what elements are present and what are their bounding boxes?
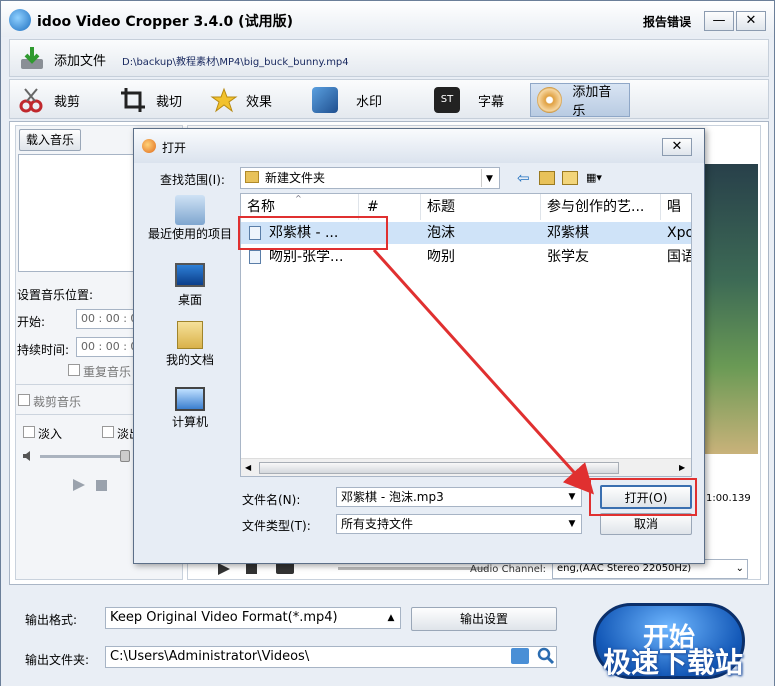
annotation-arrow — [372, 248, 595, 495]
